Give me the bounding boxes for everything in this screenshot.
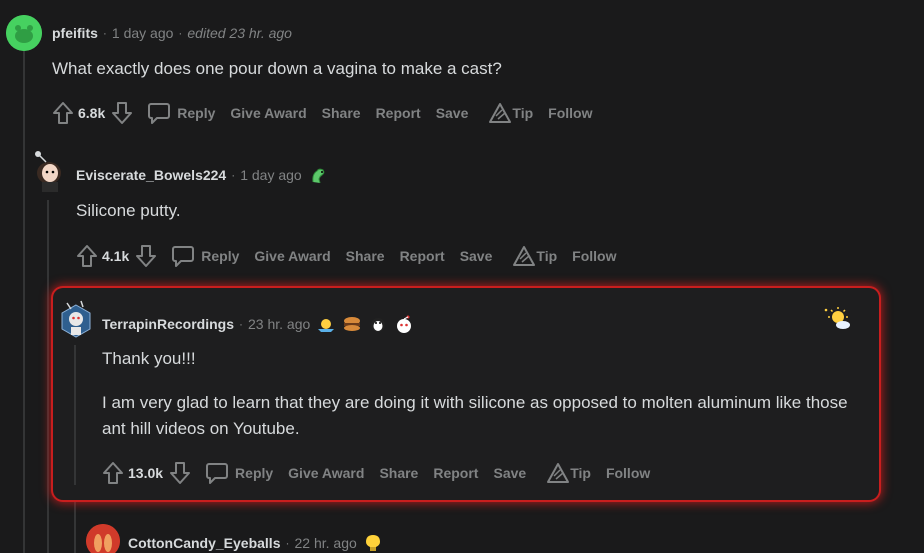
author-name[interactable]: pfeifits [52,25,98,41]
avatar[interactable] [86,524,120,553]
snoo-avatar-icon [61,300,91,338]
comment-body: Silicone putty. [76,198,906,224]
vote-count: 4.1k [102,248,130,264]
comment-body: Thank you!!! I am very glad to learn tha… [102,346,852,442]
downvote-button[interactable] [169,461,191,485]
upvote-arrow-icon [53,102,73,124]
author-name[interactable]: Eviscerate_Bowels224 [76,167,226,183]
follow-button[interactable]: Follow [572,248,616,264]
award-burger-icon[interactable] [342,314,362,334]
thread-line-level-3-inner[interactable] [74,345,76,485]
comment-cottoncandy-eyeballs: CottonCandy_Eyeballs · 22 hr. ago [128,531,728,553]
comment-bubble-icon [148,103,171,124]
comment-meta: pfeifits · 1 day ago · edited 23 hr. ago [52,21,912,45]
award-penguin-icon[interactable] [368,314,388,334]
comment-eviscerate-bowels: Eviscerate_Bowels224 · 1 day ago Silicon… [76,163,906,271]
downvote-arrow-icon [112,102,133,124]
comment-terrapin-recordings: TerrapinRecordings · 23 hr. ago Thank yo… [102,312,862,488]
tip-triangle-icon [547,463,570,483]
award-sunrise-icon[interactable] [316,314,336,334]
downvote-arrow-icon [170,462,191,484]
author-name[interactable]: CottonCandy_Eyeballs [128,535,280,551]
tip-button[interactable]: Tip [546,462,591,484]
avatar[interactable] [30,148,68,192]
give-award-button[interactable]: Give Award [230,105,306,121]
separator: · [239,317,243,331]
upvote-button[interactable] [52,101,74,125]
reply-button[interactable]: Reply [171,244,239,268]
upvote-button[interactable] [102,461,124,485]
share-button[interactable]: Share [346,248,385,264]
report-button[interactable]: Report [376,105,421,121]
comment-paragraph: Thank you!!! [102,349,196,368]
comment-paragraph: What exactly does one pour down a vagina… [52,59,502,78]
comment-meta: TerrapinRecordings · 23 hr. ago [102,312,862,336]
reply-label: Reply [177,105,216,121]
timestamp[interactable]: 22 hr. ago [294,535,356,551]
tip-triangle-icon [513,246,536,266]
share-button[interactable]: Share [322,105,361,121]
separator: · [285,536,290,550]
award-snoo-face-icon[interactable] [394,314,414,334]
give-award-button[interactable]: Give Award [288,465,364,481]
vote-count: 13.0k [128,465,164,481]
tip-label: Tip [512,105,534,121]
separator: · [102,26,107,40]
vote-count: 6.8k [78,105,106,121]
follow-button[interactable]: Follow [548,105,592,121]
save-button[interactable]: Save [493,465,526,481]
edited-label: edited 23 hr. ago [187,25,292,41]
share-button[interactable]: Share [379,465,418,481]
thread-line-level-2[interactable] [47,200,49,553]
reply-button[interactable]: Reply [205,461,273,485]
separator: · [231,168,236,182]
comment-bubble-icon [206,463,229,484]
tip-triangle-icon [489,103,512,123]
award-dino-icon[interactable] [308,165,328,185]
award-lightbulb-icon[interactable] [363,533,383,553]
comment-body: What exactly does one pour down a vagina… [52,56,912,82]
comment-meta: Eviscerate_Bowels224 · 1 day ago [76,163,906,187]
report-button[interactable]: Report [400,248,445,264]
thread-line-level-1[interactable] [23,50,25,553]
downvote-button[interactable] [111,101,133,125]
comment-pfeifits: pfeifits · 1 day ago · edited 23 hr. ago… [52,21,912,128]
report-button[interactable]: Report [433,465,478,481]
award-sun-cloud-icon[interactable] [822,306,852,332]
reply-button[interactable]: Reply [147,101,215,125]
tip-button[interactable]: Tip [512,245,557,267]
downvote-button[interactable] [135,244,157,268]
downvote-arrow-icon [136,245,157,267]
comment-actions: 6.8k Reply Give Award Share Report Save … [52,98,912,128]
comment-paragraph: I am very glad to learn that they are do… [102,393,848,438]
tip-label: Tip [536,248,558,264]
comment-actions: 13.0k Reply Give Award Share Report Save… [102,458,862,488]
upvote-arrow-icon [103,462,123,484]
upvote-arrow-icon [77,245,97,267]
timestamp[interactable]: 1 day ago [112,25,174,41]
timestamp[interactable]: 1 day ago [240,167,302,183]
snoo-avatar-icon [6,15,42,51]
comment-meta: CottonCandy_Eyeballs · 22 hr. ago [128,531,728,553]
tip-label: Tip [570,465,591,481]
tip-button[interactable]: Tip [488,102,533,124]
timestamp[interactable]: 23 hr. ago [248,316,310,332]
save-button[interactable]: Save [436,105,469,121]
separator: · [178,26,183,40]
comment-bubble-icon [172,246,195,267]
avatar[interactable] [6,15,42,51]
save-button[interactable]: Save [460,248,493,264]
upvote-button[interactable] [76,244,98,268]
snoo-avatar-icon [35,151,61,192]
follow-button[interactable]: Follow [606,465,650,481]
author-name[interactable]: TerrapinRecordings [102,316,234,332]
comment-paragraph: Silicone putty. [76,201,181,220]
reply-label: Reply [235,465,274,481]
comment-actions: 4.1k Reply Give Award Share Report Save … [76,241,906,271]
give-award-button[interactable]: Give Award [254,248,330,264]
snoo-avatar-icon [86,524,120,553]
reply-label: Reply [201,248,240,264]
avatar[interactable] [57,297,95,341]
